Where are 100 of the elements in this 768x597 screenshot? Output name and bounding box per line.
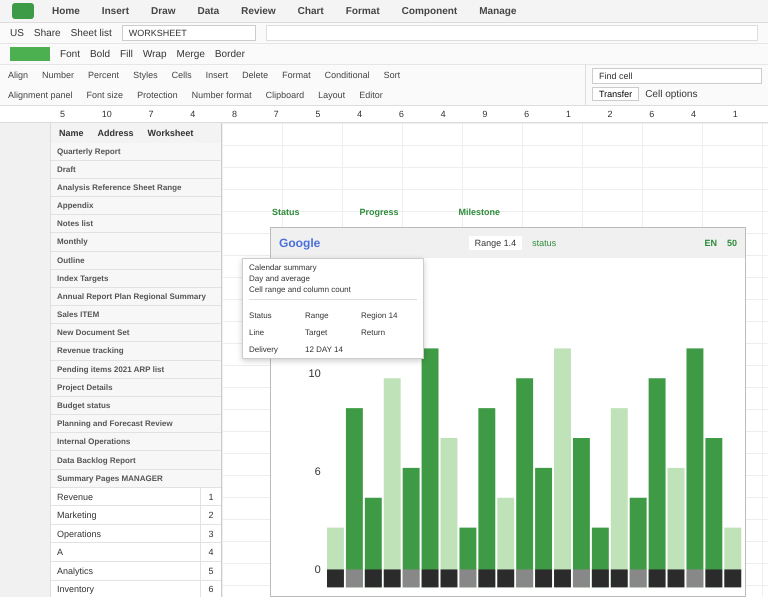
ribbon-group-label: Font size [86,90,124,100]
table-cell-text: 6 [207,583,214,596]
popover-cell[interactable]: Status [249,311,305,320]
fill-color-swatch[interactable] [10,47,50,61]
toolbar-item[interactable]: US [10,28,24,38]
popover-text: Day and average [249,274,311,283]
menu-item[interactable]: Draw [147,6,180,16]
panel-list-item[interactable]: Data Backlog Report [51,451,221,470]
panel-header: Worksheet [148,128,194,138]
menu-item[interactable]: Data [193,6,224,16]
toolbar-button[interactable]: Wrap [142,48,167,60]
panel-list-item[interactable]: Internal Operations [51,433,221,452]
ribbon-group-label: Editor [359,90,383,100]
table-cell: Marketing [51,506,201,524]
ribbon-button[interactable]: Conditional [324,70,370,80]
menu-item[interactable]: Home [48,6,84,16]
ribbon-button[interactable]: Percent [88,70,120,80]
popover-cell[interactable]: Delivery [249,345,305,354]
panel-list-item[interactable]: Summary Pages MANAGER [51,470,221,488]
search-field[interactable] [266,25,758,41]
ribbon-group-label: Alignment panel [8,90,73,100]
panel-list-item[interactable]: Quarterly Report [51,142,221,161]
popover-cell[interactable]: Target [305,328,361,337]
menu-item[interactable]: Chart [294,6,328,16]
menu-item[interactable]: Manage [475,6,520,16]
axis-tick-label: 0 [314,564,321,576]
toolbar-item[interactable]: Share [34,28,61,38]
table-cell: Inventory [51,580,201,597]
menu-item[interactable]: Format [342,6,384,16]
ribbon-button[interactable]: Align [8,70,28,80]
ribbon-button[interactable]: Styles [133,70,158,80]
panel-list-item[interactable]: Monthly [51,233,221,252]
column-number: 9 [482,109,488,119]
app-logo-icon[interactable] [12,3,34,19]
table-cell-text: 5 [207,564,214,578]
popover-cell[interactable]: Return [361,328,417,337]
column-header: Status [272,207,300,217]
panel-list-item[interactable]: Notes list [51,215,221,234]
table-cell-text: 3 [207,528,214,541]
column-header: Milestone [458,207,500,217]
ribbon-note: Cell options [645,88,698,100]
find-field[interactable]: Find cell [592,68,762,84]
axis-tick-label: 10 [308,368,321,380]
ribbon-button[interactable]: Delete [242,70,268,80]
table-cell-text: 1 [207,490,214,504]
panel-list-item[interactable]: Index Targets [51,270,221,288]
transfer-button[interactable]: Transfer [592,87,640,101]
panel-list-item[interactable]: Revenue tracking [51,342,221,361]
ribbon-button[interactable]: Sort [384,70,400,80]
popover-cell[interactable]: 12 DAY 14 [305,345,361,354]
ribbon-group-label: Layout [318,90,346,100]
column-number: 4 [190,109,196,119]
menu-item[interactable]: Insert [98,6,134,16]
popover-cell[interactable]: Region 14 [361,311,417,320]
name-box[interactable]: WORKSHEET [122,25,256,41]
toolbar-button[interactable]: Fill [120,48,133,60]
column-number: 10 [102,109,112,119]
panel-header: Address [98,128,134,138]
menu-item[interactable]: Review [237,6,280,16]
toolbar-item[interactable]: Sheet list [70,28,112,38]
panel-header: Name [59,128,84,138]
toolbar-button[interactable]: Bold [90,48,110,60]
ribbon-button[interactable]: Number [42,70,74,80]
toolbar-button[interactable]: Font [60,48,80,60]
column-number: 7 [274,109,279,119]
column-number: 4 [357,109,362,119]
popover-text: Calendar summary [249,263,318,272]
popover-cell[interactable]: Range [305,311,361,320]
column-number: 1 [566,109,571,119]
table-cell: Operations [51,524,201,542]
ribbon-button[interactable]: Insert [206,70,228,80]
panel-list-item[interactable]: Appendix [51,197,221,216]
popover-text: Cell range and column count [249,285,352,294]
panel-list-item[interactable]: Budget status [51,396,221,416]
column-number: 6 [398,109,404,119]
column-number: 4 [691,109,696,119]
panel-list-item[interactable]: Project Details [51,378,221,397]
column-number: 7 [148,109,154,119]
popover-cell[interactable]: Line [249,328,305,337]
ribbon-group-label: Protection [137,90,178,100]
ribbon-button[interactable]: Format [282,70,311,80]
column-number: 6 [649,109,654,119]
range-selector[interactable]: Range 1.4 [468,236,522,250]
panel-list-item[interactable]: Planning and Forecast Review [51,415,221,434]
panel-list-item[interactable]: Outline [51,252,221,270]
column-number: 6 [524,109,530,119]
table-cell: A [51,543,201,562]
table-cell: Analytics [51,562,201,580]
column-number: 8 [232,109,237,119]
panel-list-item[interactable]: Analysis Reference Sheet Range [51,178,221,198]
panel-list-item[interactable]: Pending items 2021 ARP list [51,360,221,379]
ribbon-button[interactable]: Cells [172,70,192,80]
menu-item[interactable]: Component [398,6,462,16]
panel-list-item[interactable]: New Document Set [51,324,221,342]
chart-badge-label: EN [704,238,717,248]
toolbar-button[interactable]: Border [214,48,245,60]
panel-list-item[interactable]: Sales ITEM [51,306,221,324]
panel-list-item[interactable]: Draft [51,160,221,179]
panel-list-item[interactable]: Annual Report Plan Regional Summary [51,288,221,306]
toolbar-button[interactable]: Merge [176,48,205,60]
